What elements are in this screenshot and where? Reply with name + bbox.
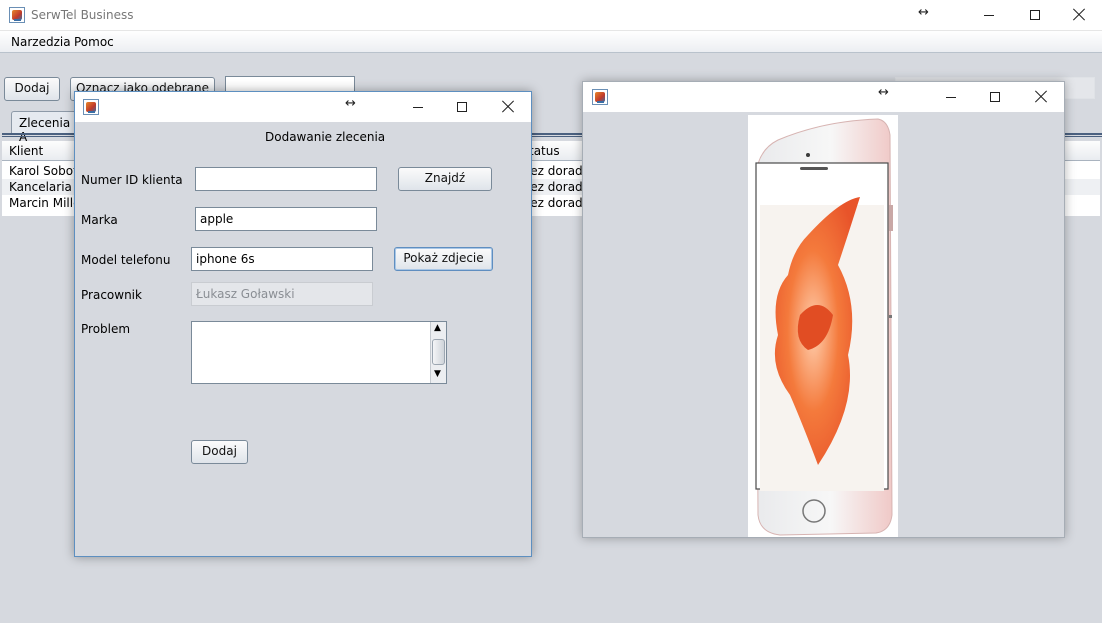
- maximize-icon: [1030, 10, 1040, 20]
- image-minimize-button[interactable]: [928, 82, 974, 112]
- find-button[interactable]: Znajdź: [398, 167, 492, 191]
- resize-arrow-icon: ↔: [345, 96, 356, 111]
- resize-arrow-icon: ↔: [878, 85, 889, 100]
- scroll-up-icon[interactable]: ▲: [434, 323, 441, 333]
- add-order-dialog: ↔ Dodawanie zlecenia Numer ID klienta Zn…: [74, 91, 532, 557]
- menu-pomoc[interactable]: Pomoc: [74, 35, 114, 49]
- problem-label: Problem: [81, 322, 131, 336]
- client-id-field[interactable]: [195, 167, 377, 191]
- worker-label: Pracownik: [81, 288, 142, 302]
- maximize-icon: [457, 102, 467, 112]
- image-maximize-button[interactable]: [972, 82, 1018, 112]
- cell-status: zez dorad: [524, 196, 583, 210]
- image-close-button[interactable]: [1018, 82, 1064, 112]
- model-field[interactable]: iphone 6s: [191, 247, 373, 271]
- java-app-icon: [83, 99, 99, 115]
- client-id-label: Numer ID klienta: [81, 173, 183, 187]
- java-app-icon: [9, 7, 25, 23]
- minimize-icon: [413, 107, 423, 108]
- worker-field: Łukasz Goławski: [191, 282, 373, 306]
- dialog-add-button[interactable]: Dodaj: [191, 440, 248, 464]
- show-photo-button[interactable]: Pokaż zdjecie: [394, 247, 493, 271]
- problem-textarea[interactable]: ▲ ▼: [191, 321, 447, 384]
- minimize-icon: [946, 97, 956, 98]
- main-maximize-button[interactable]: [1012, 0, 1058, 30]
- add-button[interactable]: Dodaj: [4, 77, 60, 101]
- dialog-maximize-button[interactable]: [439, 92, 485, 122]
- minimize-icon: [984, 15, 994, 16]
- tab-zlecenia-label: Zlecenia A: [19, 116, 71, 144]
- menu-narzedzia[interactable]: Narzedzia: [11, 35, 71, 49]
- close-icon: [1033, 90, 1049, 104]
- maximize-icon: [990, 92, 1000, 102]
- scrollbar-thumb[interactable]: [432, 339, 445, 365]
- java-app-icon: [592, 89, 608, 105]
- cell-status: zez dorad: [524, 180, 583, 194]
- cell-client: Kancelaria a: [9, 180, 74, 194]
- close-icon: [500, 100, 516, 114]
- scroll-down-icon[interactable]: ▼: [434, 369, 441, 379]
- column-header-status[interactable]: tatus: [529, 143, 560, 159]
- close-icon: [1071, 8, 1087, 22]
- dialog-heading: Dodawanie zlecenia: [265, 130, 386, 144]
- tab-zlecenia[interactable]: Zlecenia A: [11, 111, 81, 144]
- cell-client: Karol Sobot: [9, 164, 74, 178]
- menu-bar: Narzedzia Pomoc: [0, 31, 1102, 53]
- problem-scrollbar[interactable]: ▲ ▼: [430, 322, 446, 383]
- dialog-minimize-button[interactable]: [395, 92, 441, 122]
- resize-arrow-icon: ↔: [918, 5, 929, 20]
- main-title-bar[interactable]: SerwTel Business ↔: [0, 0, 1102, 31]
- brand-label: Marka: [81, 213, 118, 227]
- phone-photo: [748, 115, 898, 537]
- main-window-title: SerwTel Business: [31, 8, 134, 22]
- column-header-klient[interactable]: Klient: [9, 143, 43, 159]
- dialog-close-button[interactable]: [485, 92, 531, 122]
- main-close-button[interactable]: [1056, 0, 1102, 30]
- brand-field[interactable]: apple: [195, 207, 377, 231]
- dialog-title-bar[interactable]: ↔: [75, 92, 531, 122]
- cell-status: zez dorad: [524, 164, 583, 178]
- phone-image-window: ↔: [582, 81, 1065, 538]
- image-window-title-bar[interactable]: ↔: [583, 82, 1064, 112]
- model-label: Model telefonu: [81, 253, 171, 267]
- main-minimize-button[interactable]: [966, 0, 1012, 30]
- cell-client: Marcin Mille: [9, 196, 74, 210]
